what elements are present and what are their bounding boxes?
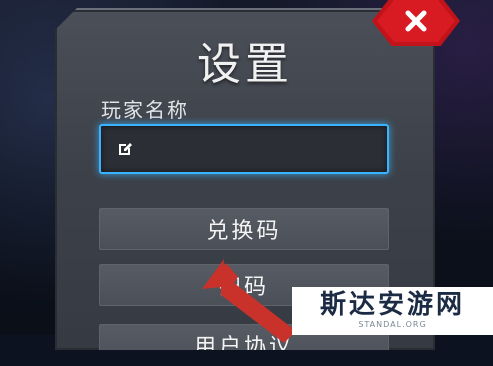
- player-name-input[interactable]: [99, 124, 389, 174]
- close-icon: [405, 10, 427, 32]
- watermark-logo: 斯达安游网 STANDAL.ORG: [292, 287, 493, 335]
- watermark-name: 斯达安游网: [319, 290, 465, 320]
- arrow-annotation: [202, 259, 296, 343]
- edit-icon: [119, 143, 132, 155]
- dialog-title: 设置: [197, 39, 293, 90]
- redeem-code-button[interactable]: 兑换码: [99, 208, 389, 250]
- player-name-label: 玩家名称: [101, 98, 189, 122]
- watermark-domain: STANDAL.ORG: [358, 320, 427, 329]
